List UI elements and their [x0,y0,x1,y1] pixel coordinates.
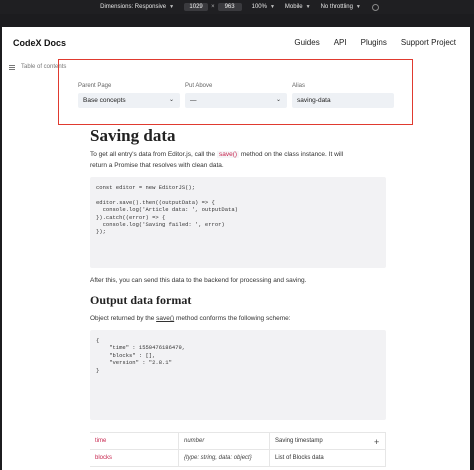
table-cell-type: number [178,432,270,450]
put-above-select[interactable]: — ⌄ [185,93,287,108]
intro-text-2: method on the class instance. It will [240,151,344,158]
table-cell-desc: List of Blocks data [269,449,386,467]
brand-logo[interactable]: CodeX Docs [13,38,66,48]
rotate-icon[interactable] [371,3,379,11]
menu-icon [9,64,15,70]
format-text: Object returned by the [90,315,155,322]
width-input[interactable]: 1029 [184,3,209,11]
format-text-2: method conforms the following scheme: [176,315,291,322]
alias-input[interactable]: saving-data [292,93,394,108]
page-viewport: CodeX Docs Guides API Plugins Support Pr… [2,27,470,470]
parent-page-value: Base concepts [83,97,126,104]
dimensions-label: Dimensions: Responsive [100,4,167,10]
table-cell-key: time [90,432,179,450]
chevron-down-icon: ▼ [355,4,361,10]
parent-page-label: Parent Page [78,83,112,89]
chevron-down-icon: ▼ [169,4,175,10]
dimensions-dropdown[interactable]: Dimensions: Responsive ▼ [100,4,174,10]
nav-plugins[interactable]: Plugins [361,38,387,47]
page-settings-highlight [58,59,413,125]
code-block-format: { "time" : 1550476186479, "blocks" : [],… [90,330,386,420]
section-heading: Output data format [90,293,192,307]
table-cell-type: {type: string, data: object} [178,449,270,467]
page-title: Saving data [90,126,176,145]
nav-support-project[interactable]: Support Project [401,38,456,47]
height-input[interactable]: 963 [217,3,242,11]
intro-paragraph: To get all entry's data from Editor.js, … [90,149,390,171]
zoom-dropdown[interactable]: 100% ▼ [252,4,275,10]
intro-text: To get all entry's data from Editor.js, … [90,151,216,158]
device-dropdown[interactable]: Mobile ▼ [285,4,311,10]
add-row-icon[interactable]: + [374,437,379,447]
put-above-label: Put Above [185,83,213,89]
chevron-down-icon: ⌄ [168,97,174,103]
intro-text-3: return a Promise that resolves with clea… [90,162,224,169]
device-label: Mobile [284,4,303,10]
save-link[interactable]: save() [156,315,174,322]
format-paragraph: Object returned by the save() method con… [90,313,390,324]
nav-guides[interactable]: Guides [294,38,319,47]
inline-code-save: save() [216,151,240,158]
throttle-dropdown[interactable]: No throttling ▼ [321,4,361,10]
times-icon: × [211,4,215,10]
table-cell-desc: Saving timestamp [269,432,386,450]
table-row: time number Saving timestamp [90,432,386,450]
code-block-save: const editor = new EditorJS(); editor.sa… [90,177,386,268]
after-paragraph: After this, you can send this data to th… [90,277,307,284]
put-above-value: — [190,97,197,104]
throttle-label: No throttling [320,4,353,10]
devtools-toolbar: Dimensions: Responsive ▼ 1029 × 963 100%… [0,0,474,14]
chevron-down-icon: ▼ [305,4,311,10]
nav-api[interactable]: API [334,38,347,47]
alias-label: Alias [292,83,306,89]
chevron-down-icon: ▼ [269,4,275,10]
parent-page-select[interactable]: Base concepts ⌄ [78,93,180,108]
site-header: CodeX Docs Guides API Plugins Support Pr… [2,27,470,59]
output-format-table: time number Saving timestamp blocks {typ… [90,432,386,467]
chevron-down-icon: ⌄ [275,97,281,103]
table-row: blocks {type: string, data: object} List… [90,449,386,467]
alias-value: saving-data [297,97,331,104]
main-nav: Guides API Plugins Support Project [294,38,456,47]
table-cell-key: blocks [90,449,179,467]
zoom-label: 100% [251,4,267,10]
